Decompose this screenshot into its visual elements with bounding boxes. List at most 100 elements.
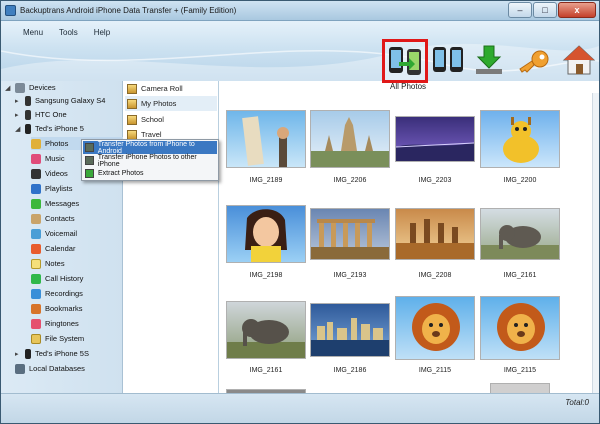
tree-device-htc[interactable]: ▸ HTC One	[15, 108, 67, 121]
album-list: Camera Roll My Photos School Travel	[123, 81, 219, 401]
album-icon	[127, 114, 137, 125]
photo-thumbnail[interactable]	[395, 208, 475, 260]
album-icon	[127, 83, 137, 94]
phone-icon	[25, 95, 31, 106]
tree-label: File System	[45, 334, 85, 343]
photo-caption: IMG_2115	[418, 367, 452, 374]
photo-caption: IMG_2203	[418, 177, 452, 184]
elephant-image	[227, 319, 305, 358]
tree-item-notes[interactable]: Notes	[31, 257, 65, 270]
download-button[interactable]	[471, 43, 507, 77]
section-label: All Photos	[390, 82, 427, 91]
album-label: Travel	[141, 130, 162, 139]
phone-icon	[25, 123, 31, 134]
album-school[interactable]: School	[125, 112, 217, 127]
transfer-iphone-to-android-button[interactable]	[382, 39, 428, 83]
photo-thumbnail[interactable]	[480, 110, 560, 168]
menu-label: Transfer Photos from iPhone to Android	[97, 140, 195, 155]
folder-icon	[31, 333, 41, 344]
ringtones-icon	[31, 318, 41, 329]
tree-local-databases[interactable]: Local Databases	[15, 362, 85, 375]
expand-arrow-icon: ◢	[5, 84, 11, 92]
tree-label: Sangsung Galaxy S4	[35, 96, 106, 105]
menu-label: Extract Photos	[98, 170, 144, 177]
menu-tools[interactable]: Tools	[51, 28, 86, 37]
vertical-scrollbar[interactable]	[592, 93, 599, 393]
transfer-phone-to-phone-button[interactable]	[431, 43, 467, 77]
tree-label: HTC One	[35, 110, 67, 119]
photo-thumbnail[interactable]	[226, 301, 306, 359]
tree-item-playlists[interactable]: Playlists	[31, 182, 73, 195]
album-my-photos[interactable]: My Photos	[125, 96, 217, 111]
tree-item-music[interactable]: Music	[31, 152, 65, 165]
tree-label: Bookmarks	[45, 304, 83, 313]
photo-caption: IMG_2161	[249, 367, 283, 374]
photo-caption: IMG_2208	[418, 272, 452, 279]
photo-grid: IMG_2189 IMG_2206 IMG_2203 IMG_2200 IMG_…	[219, 93, 593, 393]
window-title: Backuptrans Android iPhone Data Transfer…	[20, 6, 237, 15]
extract-icon	[85, 169, 94, 178]
home-button[interactable]	[561, 43, 597, 77]
photo-thumbnail[interactable]	[226, 110, 306, 168]
photo-thumbnail[interactable]	[310, 303, 390, 357]
photo-caption: IMG_2206	[333, 177, 367, 184]
tree-item-ringtones[interactable]: Ringtones	[31, 317, 79, 330]
desert-ruins-image	[396, 219, 474, 259]
minimize-button[interactable]: –	[508, 2, 532, 18]
close-button[interactable]: x	[558, 2, 596, 18]
photo-thumbnail[interactable]	[310, 208, 390, 260]
photo-thumbnail[interactable]	[395, 116, 475, 162]
menu-transfer-to-android[interactable]: Transfer Photos from iPhone to Android	[83, 140, 217, 155]
menu-menu[interactable]: Menu	[15, 28, 51, 37]
tree-label: Recordings	[45, 289, 83, 298]
elephant-image	[481, 225, 559, 259]
tree-item-recordings[interactable]: Recordings	[31, 287, 83, 300]
album-label: My Photos	[141, 99, 177, 108]
photo-caption: IMG_2198	[249, 272, 283, 279]
menu-extract-photos[interactable]: Extract Photos	[83, 167, 217, 180]
messages-icon	[31, 198, 41, 209]
tree-item-file-system[interactable]: File System	[31, 332, 84, 345]
tree-item-messages[interactable]: Messages	[31, 197, 79, 210]
menu-transfer-to-iphone[interactable]: Transfer iPhone Photos to other iPhone	[83, 154, 217, 168]
tree-label: Playlists	[45, 184, 73, 193]
status-bar: Total:0	[1, 393, 599, 423]
menu-help[interactable]: Help	[86, 28, 118, 37]
album-icon	[127, 98, 137, 109]
tree-device-iphone5s[interactable]: ▸ Ted's iPhone 5S	[15, 347, 89, 360]
bookmarks-icon	[31, 303, 41, 314]
album-camera-roll[interactable]: Camera Roll	[125, 81, 217, 96]
menu-bar: Menu Tools Help	[15, 28, 118, 37]
tree-label: Contacts	[45, 214, 75, 223]
photo-caption: IMG_2115	[503, 367, 537, 374]
photo-thumbnail[interactable]	[310, 110, 390, 168]
collapsed-arrow-icon: ▸	[15, 350, 19, 358]
phone-icon	[25, 348, 31, 359]
city-waterfront-image	[311, 318, 389, 356]
tree-item-bookmarks[interactable]: Bookmarks	[31, 302, 83, 315]
photo-thumbnail[interactable]	[395, 296, 475, 360]
photo-thumbnail[interactable]	[480, 208, 560, 260]
tree-item-voicemail[interactable]: Voicemail	[31, 227, 77, 240]
maximize-button[interactable]: □	[533, 2, 557, 18]
album-label: Camera Roll	[141, 84, 183, 93]
photo-thumbnail[interactable]	[490, 383, 550, 393]
tree-item-call-history[interactable]: Call History	[31, 272, 83, 285]
tree-label: Music	[45, 154, 65, 163]
app-window: Backuptrans Android iPhone Data Transfer…	[0, 0, 600, 424]
photo-thumbnail[interactable]	[226, 205, 306, 263]
tree-item-contacts[interactable]: Contacts	[31, 212, 75, 225]
tree-label: Ringtones	[45, 319, 79, 328]
photo-thumbnail[interactable]	[480, 296, 560, 360]
cartoon-princess-image	[245, 209, 287, 262]
home-icon	[562, 45, 596, 75]
tree-device-iphone5[interactable]: ◢ Ted's iPhone 5	[15, 122, 84, 135]
temple-image	[311, 117, 389, 167]
tree-device-samsung[interactable]: ▸ Sangsung Galaxy S4	[15, 94, 105, 107]
key-button[interactable]	[516, 43, 552, 77]
tree-item-calendar[interactable]: Calendar	[31, 242, 75, 255]
photo-caption: IMG_2193	[333, 272, 367, 279]
tree-item-videos[interactable]: Videos	[31, 167, 68, 180]
database-icon	[15, 363, 25, 374]
tree-devices[interactable]: ◢ Devices	[5, 81, 56, 94]
